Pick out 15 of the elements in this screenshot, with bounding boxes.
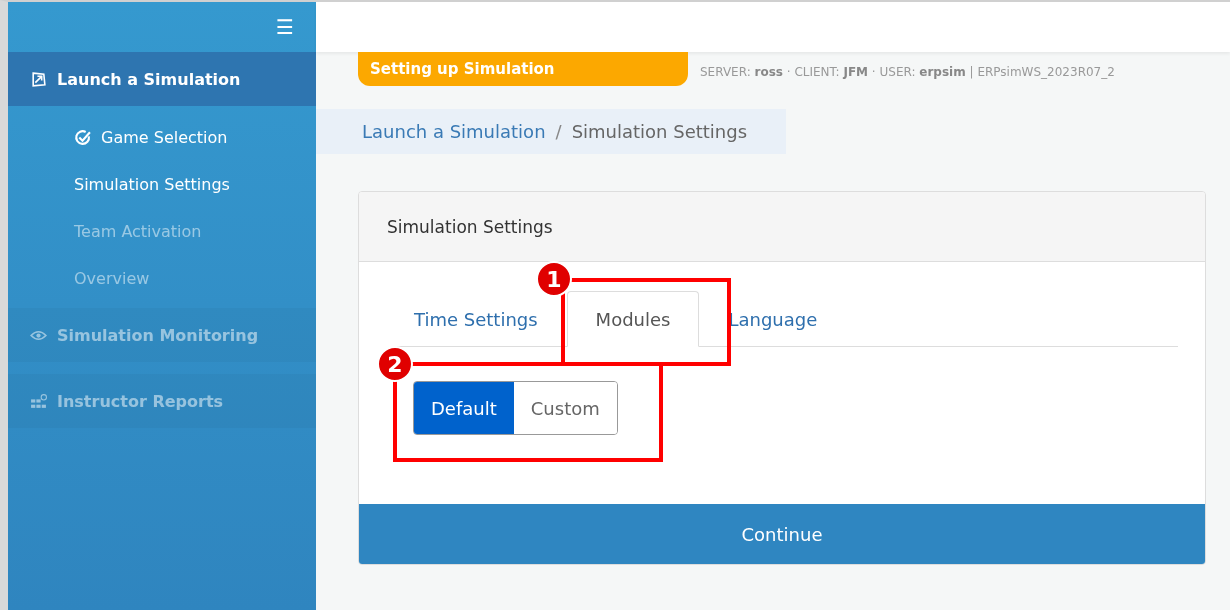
sidebar-subitem[interactable]: Simulation Settings — [8, 161, 316, 208]
sidebar-item[interactable]: Launch a Simulation — [8, 52, 316, 106]
server-info: SERVER: ross · CLIENT: JFM · USER: erpsim | ERPsimWS_2023R07_2 — [700, 64, 1115, 79]
menu-icon[interactable]: ☰ — [276, 17, 294, 37]
continue-button[interactable]: Continue — [359, 504, 1205, 564]
status-banner: Setting up Simulation — [358, 52, 688, 86]
tab[interactable]: Modules — [566, 291, 700, 347]
breadcrumb-link[interactable]: Launch a Simulation — [362, 121, 546, 142]
tab[interactable]: Language — [727, 291, 819, 347]
sidebar-subitem[interactable]: Game Selection — [8, 114, 316, 161]
chart-icon — [30, 392, 47, 410]
rocket-icon — [30, 70, 47, 88]
toggle-button[interactable]: Default — [414, 382, 514, 434]
breadcrumb-separator: / — [555, 121, 562, 142]
card-title: Simulation Settings — [359, 192, 1205, 262]
